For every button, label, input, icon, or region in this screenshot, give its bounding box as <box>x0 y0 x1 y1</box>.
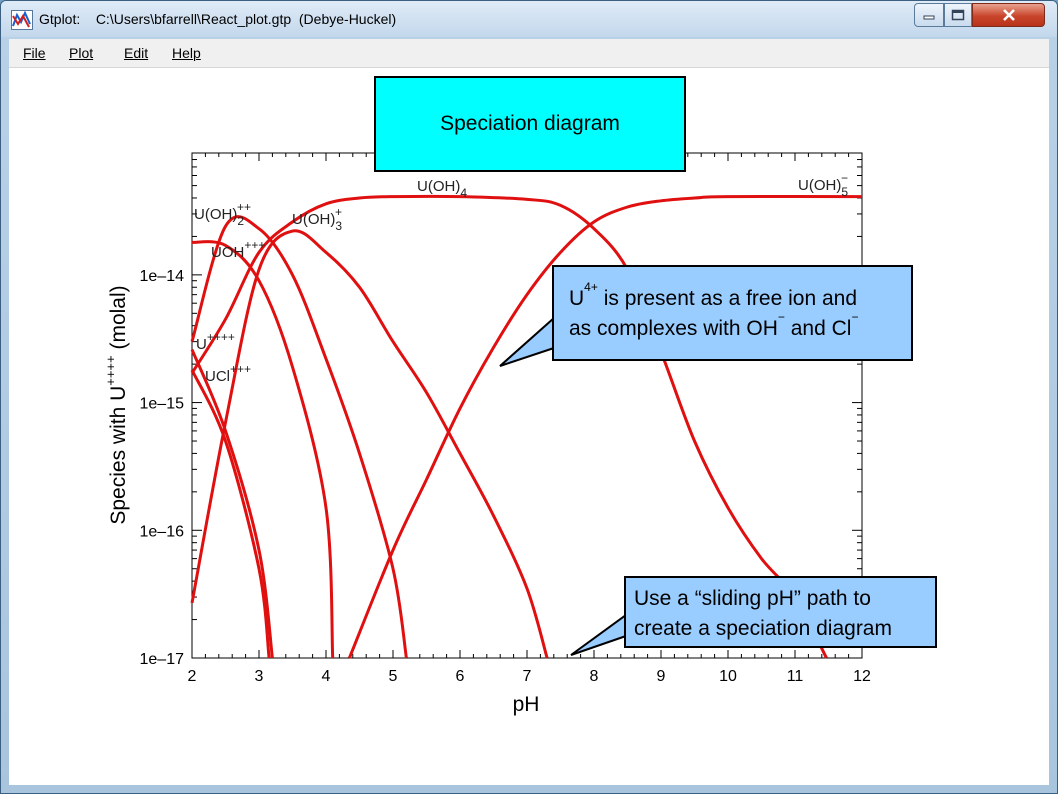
callout2-pointer <box>570 613 627 656</box>
x-tick-label: 10 <box>719 668 737 685</box>
x-tick-label: 7 <box>523 668 532 685</box>
x-tick-label: 4 <box>322 668 331 685</box>
callout1-line2: as complexes with OH− and Cl− <box>569 310 859 340</box>
x-tick-label: 11 <box>787 668 804 685</box>
x-tick-label: 8 <box>590 668 599 685</box>
x-tick-label: 2 <box>188 668 197 685</box>
sliding-ph-callout: Use a “sliding pH” path to create a spec… <box>624 576 937 648</box>
series-line-u-oh-3 <box>190 229 549 659</box>
y-tick-label: 1e–16 <box>140 523 185 540</box>
y-tick-label: 1e–17 <box>140 651 185 668</box>
series-label-u-oh-2: U(OH)2++ <box>194 200 251 228</box>
x-tick-label: 6 <box>456 668 465 685</box>
y-tick-label: 1e–15 <box>140 396 185 413</box>
series-label-u-oh-5: U(OH)5− <box>798 171 848 199</box>
series-label-u: U++++ <box>196 330 235 353</box>
x-tick-label: 9 <box>657 668 666 685</box>
chart-title-box: Speciation diagram <box>374 76 686 172</box>
x-axis-label: pH <box>513 693 540 716</box>
series-line-ucl <box>190 369 271 659</box>
free-ion-callout: U4+ is present as a free ion and as comp… <box>552 265 913 361</box>
callout2-line2: create a speciation diagram <box>634 617 892 640</box>
y-tick-label: 1e–14 <box>140 268 185 285</box>
series-label-ucl: UCl+++ <box>205 362 251 385</box>
callout1-line1: U4+ is present as a free ion and <box>569 280 858 310</box>
x-tick-label: 12 <box>853 668 871 685</box>
x-tick-label: 5 <box>389 668 398 685</box>
y-axis-label: Species with U++++ (molal) <box>103 285 130 524</box>
x-tick-label: 3 <box>255 668 264 685</box>
series-label-u-oh-3: U(OH)3+ <box>292 205 342 233</box>
callout2-line1: Use a “sliding pH” path to <box>634 587 871 610</box>
